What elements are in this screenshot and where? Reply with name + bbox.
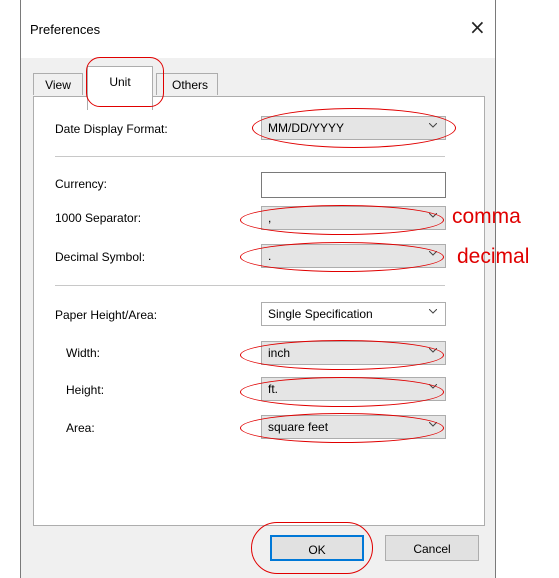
tab-unit[interactable]: Unit	[87, 66, 153, 110]
chevron-down-icon	[429, 309, 437, 314]
chevron-down-icon	[429, 422, 437, 427]
title-bar: Preferences ×	[21, 0, 495, 58]
width-value: inch	[268, 346, 291, 360]
decimal-symbol-label: Decimal Symbol:	[55, 250, 146, 264]
area-label: Area:	[66, 421, 95, 435]
chevron-down-icon	[429, 123, 437, 128]
area-value: square feet	[268, 420, 329, 434]
paper-height-area-select[interactable]: Single Specification	[261, 302, 446, 326]
height-select[interactable]: ft.	[261, 377, 446, 401]
cancel-button-label: Cancel	[413, 542, 451, 556]
comma-annotation: comma	[452, 205, 521, 228]
chevron-down-icon	[429, 348, 437, 353]
paper-height-area-label: Paper Height/Area:	[55, 308, 158, 322]
date-format-label: Date Display Format:	[55, 122, 168, 136]
decimal-annotation: decimal	[457, 245, 530, 268]
width-label: Width:	[66, 346, 101, 360]
preferences-dialog: Preferences × View Others Unit Date Disp…	[20, 0, 496, 578]
separator	[55, 285, 445, 286]
tab-view[interactable]: View	[33, 73, 83, 95]
tab-view-label: View	[45, 78, 71, 92]
thousand-separator-value: ,	[268, 211, 272, 225]
ok-button-label: OK	[308, 543, 326, 557]
chevron-down-icon	[429, 384, 437, 389]
currency-label: Currency:	[55, 177, 108, 191]
chevron-down-icon	[429, 213, 437, 218]
dialog-title: Preferences	[30, 22, 101, 37]
ok-button[interactable]: OK	[270, 535, 364, 561]
cancel-button[interactable]: Cancel	[385, 535, 479, 561]
width-select[interactable]: inch	[261, 341, 446, 365]
paper-height-area-value: Single Specification	[268, 307, 373, 321]
currency-input[interactable]	[261, 172, 446, 198]
chevron-down-icon	[429, 251, 437, 256]
thousand-separator-label: 1000 Separator:	[55, 211, 142, 225]
area-select[interactable]: square feet	[261, 415, 446, 439]
decimal-symbol-value: .	[268, 249, 272, 263]
tab-others-label: Others	[171, 78, 208, 92]
tab-unit-label: Unit	[109, 75, 131, 89]
height-label: Height:	[66, 383, 105, 397]
tab-others[interactable]: Others	[156, 73, 218, 95]
date-format-select[interactable]: MM/DD/YYYY	[261, 116, 446, 140]
height-value: ft.	[268, 382, 279, 396]
decimal-symbol-select[interactable]: .	[261, 244, 446, 268]
date-format-value: MM/DD/YYYY	[268, 121, 345, 135]
separator	[55, 156, 445, 157]
close-icon[interactable]: ×	[469, 17, 486, 37]
thousand-separator-select[interactable]: ,	[261, 206, 446, 230]
